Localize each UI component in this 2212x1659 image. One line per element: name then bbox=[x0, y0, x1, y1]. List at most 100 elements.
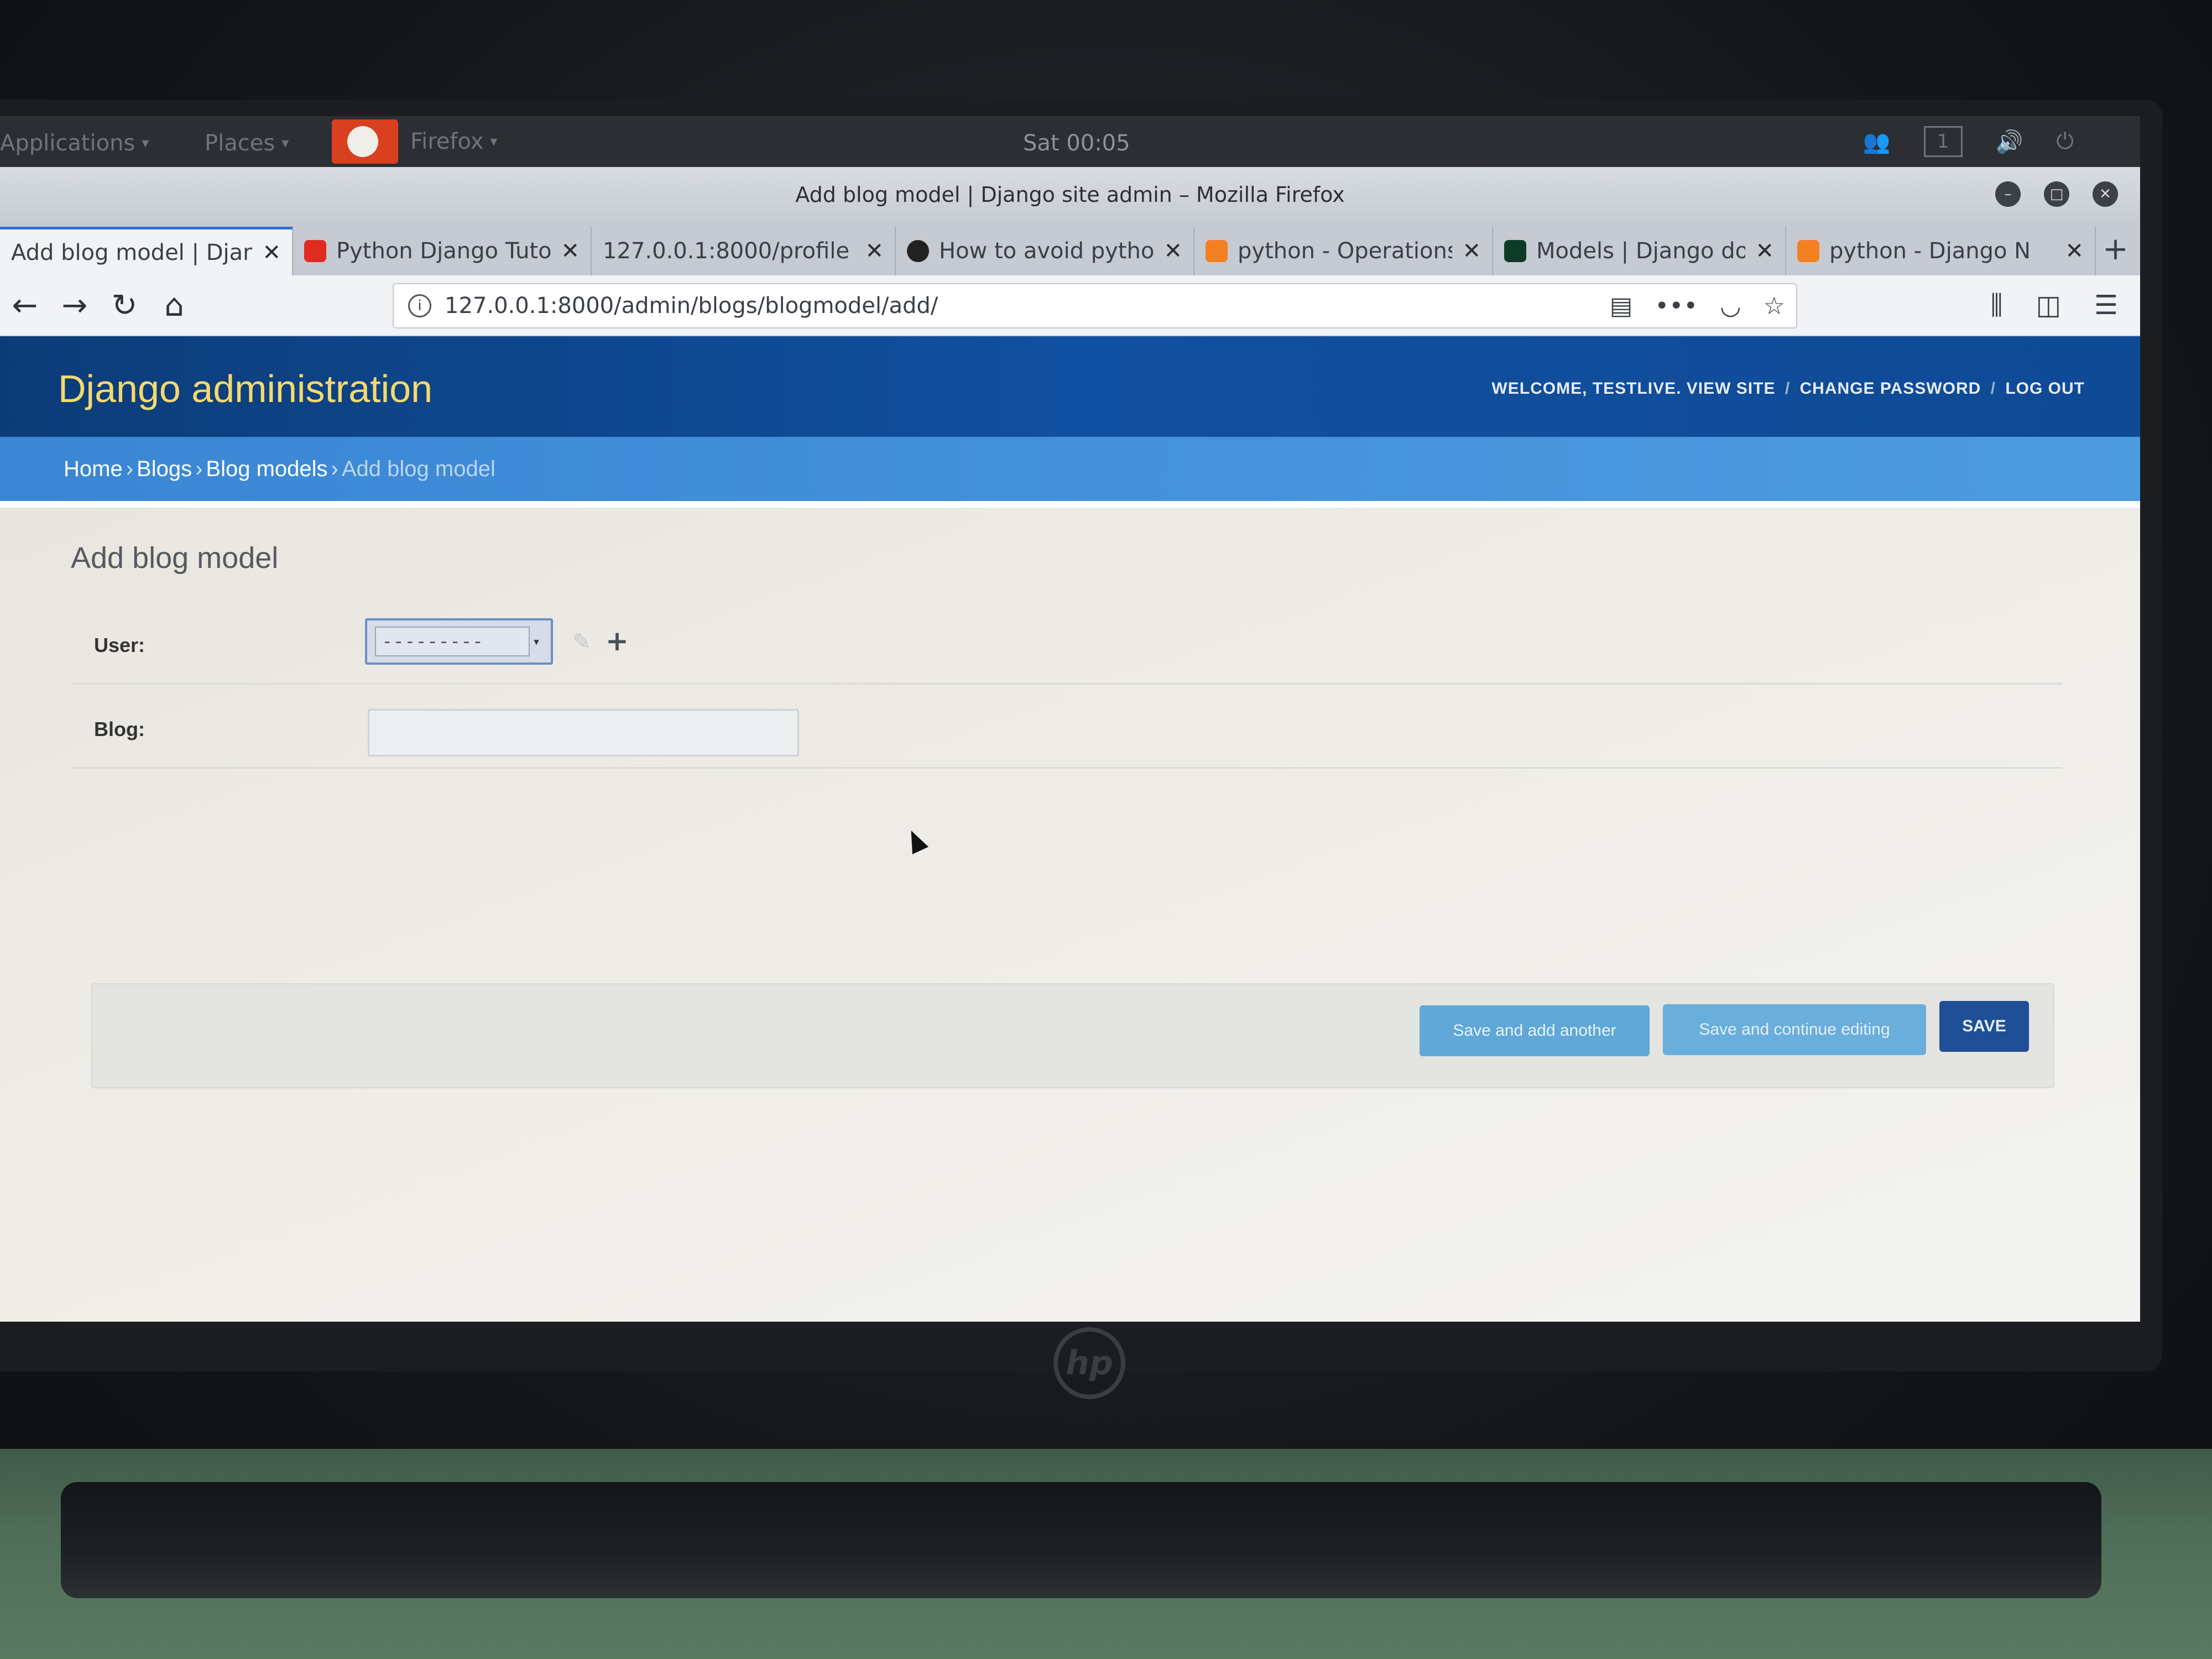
back-icon[interactable]: ← bbox=[0, 288, 50, 324]
clock[interactable]: Sat 00:05 bbox=[1023, 131, 1130, 156]
breadcrumb-separator: › bbox=[195, 456, 203, 481]
library-icon[interactable]: ⫼ bbox=[1991, 290, 2003, 321]
edit-related-icon[interactable]: ✎ bbox=[572, 629, 591, 655]
gnome-top-bar: Applications ▾ Places ▾ Firefox ▾ Sat 00… bbox=[0, 116, 2140, 167]
breadcrumb-blog-models[interactable]: Blog models bbox=[206, 457, 327, 482]
url-actions: ▤ ••• ◡ ☆ bbox=[1610, 292, 1785, 320]
caret-down-icon: ▾ bbox=[142, 135, 149, 152]
home-icon[interactable]: ⌂ bbox=[149, 288, 199, 324]
tab-django-docs-models[interactable]: Models | Django do ✕ bbox=[1493, 227, 1786, 275]
tab-title: How to avoid pytho bbox=[939, 238, 1154, 264]
save-and-add-another-button[interactable]: Save and add another bbox=[1420, 1005, 1650, 1056]
applications-menu[interactable]: Applications ▾ bbox=[0, 131, 149, 156]
window-titlebar: Add blog model | Django site admin – Moz… bbox=[0, 167, 2140, 222]
separator: / bbox=[1785, 379, 1791, 398]
tab-close-icon[interactable]: ✕ bbox=[1164, 238, 1182, 264]
breadcrumb-current: Add blog model bbox=[341, 456, 495, 481]
tab-stackoverflow-operations[interactable]: python - Operations ✕ bbox=[1194, 227, 1493, 275]
tab-close-icon[interactable]: ✕ bbox=[1462, 238, 1481, 264]
sidebar-icon[interactable]: ◫ bbox=[2036, 290, 2061, 321]
tab-python-django-tutorial[interactable]: Python Django Tuto ✕ bbox=[293, 227, 592, 275]
laptop-screen: Applications ▾ Places ▾ Firefox ▾ Sat 00… bbox=[0, 116, 2140, 1322]
new-tab-icon[interactable]: + bbox=[2103, 231, 2128, 267]
hp-logo-icon: hp bbox=[1053, 1327, 1125, 1399]
pocket-icon[interactable]: ◡ bbox=[1720, 292, 1741, 320]
minimize-icon[interactable]: – bbox=[1995, 181, 2021, 207]
reader-view-icon[interactable]: ▤ bbox=[1610, 292, 1633, 320]
power-icon[interactable]: ⏻ bbox=[2056, 129, 2074, 154]
workspace-indicator[interactable]: 1 bbox=[1923, 126, 1963, 157]
form-row-user: User: --------- ▾ ✎ + bbox=[72, 602, 2063, 685]
firefox-label: Firefox bbox=[410, 129, 484, 154]
tab-add-blog-model[interactable]: Add blog model | Djang ✕ bbox=[0, 227, 293, 275]
change-password-link[interactable]: CHANGE PASSWORD bbox=[1800, 379, 1981, 398]
caret-down-icon: ▾ bbox=[281, 135, 289, 152]
youtube-icon bbox=[304, 240, 326, 262]
places-menu[interactable]: Places ▾ bbox=[205, 131, 289, 156]
tab-stackoverflow-django[interactable]: python - Django N ✕ bbox=[1786, 227, 2096, 275]
chevron-down-icon: ▾ bbox=[532, 634, 541, 649]
firefox-app-menu[interactable]: Firefox ▾ bbox=[332, 119, 497, 164]
places-label: Places bbox=[205, 131, 275, 156]
save-button[interactable]: SAVE bbox=[1939, 1001, 2029, 1052]
blog-input[interactable] bbox=[368, 709, 799, 757]
firefox-window: Add blog model | Django site admin – Moz… bbox=[0, 167, 2140, 1322]
tab-title: 127.0.0.1:8000/profile bbox=[603, 238, 849, 264]
breadcrumb-home[interactable]: Home bbox=[64, 457, 123, 482]
save-and-continue-button[interactable]: Save and continue editing bbox=[1663, 1004, 1926, 1055]
stackoverflow-icon bbox=[1206, 240, 1228, 262]
tab-title: python - Operations bbox=[1238, 238, 1453, 264]
laptop-hinge bbox=[61, 1482, 2101, 1598]
site-info-icon[interactable]: i bbox=[408, 294, 431, 317]
blog-label: Blog: bbox=[94, 718, 145, 740]
toolbar-right: ⫼ ◫ ☰ bbox=[1991, 290, 2118, 321]
applications-label: Applications bbox=[0, 131, 135, 156]
firefox-icon bbox=[332, 119, 398, 164]
tab-github[interactable]: How to avoid pytho ✕ bbox=[896, 227, 1194, 275]
navigation-toolbar: ← → ↻ ⌂ i 127.0.0.1:8000/admin/blogs/blo… bbox=[0, 275, 2140, 336]
username: TESTLIVE bbox=[1592, 379, 1677, 398]
log-out-link[interactable]: LOG OUT bbox=[2005, 379, 2085, 398]
separator: / bbox=[1990, 379, 1996, 398]
tab-close-icon[interactable]: ✕ bbox=[561, 238, 580, 264]
window-title: Add blog model | Django site admin – Moz… bbox=[795, 182, 1345, 207]
volume-icon[interactable]: 🔊 bbox=[1996, 129, 2023, 155]
maximize-icon[interactable]: □ bbox=[2044, 181, 2069, 207]
tab-close-icon[interactable]: ✕ bbox=[2065, 238, 2084, 264]
tab-title: Add blog model | Djang bbox=[11, 239, 253, 265]
tab-profile[interactable]: 127.0.0.1:8000/profile ✕ bbox=[592, 227, 896, 275]
caret-down-icon: ▾ bbox=[490, 133, 498, 150]
admin-content: Add blog model User: --------- ▾ ✎ + Blo… bbox=[0, 508, 2140, 1322]
tab-title: Models | Django do bbox=[1536, 238, 1746, 264]
view-site-link[interactable]: VIEW SITE bbox=[1687, 379, 1776, 398]
close-icon[interactable]: ✕ bbox=[2093, 181, 2118, 207]
admin-header: Django administration WELCOME, TESTLIVE.… bbox=[0, 336, 2140, 437]
forward-icon[interactable]: → bbox=[50, 288, 100, 324]
tab-close-icon[interactable]: ✕ bbox=[262, 240, 281, 265]
hamburger-menu-icon[interactable]: ☰ bbox=[2094, 290, 2118, 321]
form-row-blog: Blog: bbox=[72, 686, 2063, 769]
tab-bar: Add blog model | Djang ✕ Python Django T… bbox=[0, 222, 2140, 275]
welcome-text: WELCOME, bbox=[1491, 379, 1588, 398]
add-related-icon[interactable]: + bbox=[606, 625, 629, 657]
bookmark-star-icon[interactable]: ☆ bbox=[1764, 292, 1785, 320]
breadcrumb-blogs[interactable]: Blogs bbox=[137, 457, 192, 482]
site-name[interactable]: Django administration bbox=[58, 367, 432, 411]
url-bar[interactable]: i 127.0.0.1:8000/admin/blogs/blogmodel/a… bbox=[393, 283, 1797, 328]
tab-title: Python Django Tuto bbox=[336, 238, 551, 264]
page-title: Add blog model bbox=[71, 541, 279, 575]
system-tray: 👥 1 🔊 ⏻ bbox=[1863, 126, 2074, 157]
tab-close-icon[interactable]: ✕ bbox=[1755, 238, 1774, 264]
reload-icon[interactable]: ↻ bbox=[100, 288, 149, 324]
tab-close-icon[interactable]: ✕ bbox=[865, 238, 884, 264]
breadcrumb-separator: › bbox=[331, 456, 338, 481]
user-select[interactable]: --------- ▾ bbox=[365, 618, 553, 665]
tab-title: python - Django N bbox=[1829, 238, 2031, 264]
page-actions-icon[interactable]: ••• bbox=[1655, 292, 1698, 320]
users-icon[interactable]: 👥 bbox=[1863, 129, 1891, 155]
user-label: User: bbox=[94, 634, 145, 656]
breadcrumb-separator: › bbox=[126, 456, 134, 481]
breadcrumb: Home › Blogs › Blog models › Add blog mo… bbox=[0, 437, 2140, 501]
stackoverflow-icon bbox=[1797, 240, 1819, 262]
submit-row: Save and add another Save and continue e… bbox=[91, 983, 2054, 1088]
